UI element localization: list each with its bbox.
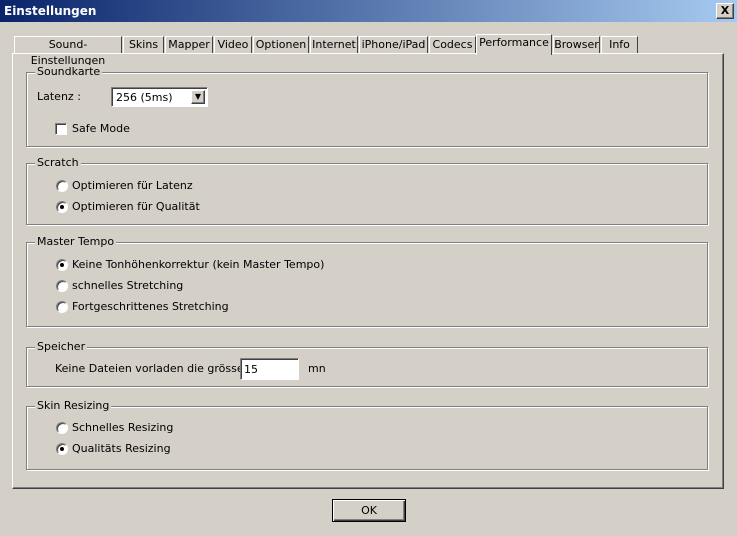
ok-button[interactable]: OK	[332, 499, 406, 522]
tab-label: Internet	[312, 38, 356, 51]
radio-label: Optimieren für Qualität	[72, 200, 200, 213]
tab-label: Optionen	[255, 38, 307, 51]
radio-optimieren-qualitaet[interactable]	[56, 201, 68, 213]
tab-label: Info	[609, 38, 630, 51]
group-title: Speicher	[35, 340, 88, 354]
radio-label: Schnelles Resizing	[72, 421, 174, 434]
radio-label: Qualitäts Resizing	[72, 442, 171, 455]
group-skin-resizing: Skin Resizing	[26, 399, 708, 470]
tab-info[interactable]: Info	[601, 36, 638, 54]
tab-label: Skins	[128, 38, 159, 51]
group-scratch: Scratch	[26, 156, 708, 225]
tab-sound-einstellungen[interactable]: Sound-Einstellungen	[14, 36, 122, 67]
window-title: Einstellungen	[4, 4, 97, 18]
speicher-label: Keine Dateien vorladen die grösser	[55, 362, 249, 375]
tab-label: Performance	[479, 36, 549, 49]
dropdown-button[interactable]: ▼	[191, 90, 205, 104]
safe-mode-label: Safe Mode	[72, 122, 130, 135]
radio-optimieren-latenz[interactable]	[56, 180, 68, 192]
radio-label: Fortgeschrittenes Stretching	[72, 300, 229, 313]
tab-label: Browser	[554, 38, 599, 51]
tab-video[interactable]: Video	[214, 36, 252, 54]
tab-label: Codecs	[432, 38, 473, 51]
speicher-input[interactable]	[240, 358, 299, 380]
safe-mode-checkbox[interactable]	[55, 123, 67, 135]
tab-label: Video	[217, 38, 249, 51]
tab-mapper[interactable]: Mapper	[165, 36, 213, 54]
latenz-label: Latenz :	[37, 90, 81, 103]
radio-keine-tonhoehenkorrektur[interactable]	[56, 259, 68, 271]
chevron-down-icon: ▼	[194, 92, 202, 101]
group-title: Scratch	[35, 156, 81, 170]
tab-performance[interactable]: Performance	[476, 34, 552, 55]
tab-codecs[interactable]: Codecs	[429, 36, 476, 54]
radio-label: Keine Tonhöhenkorrektur (kein Master Tem…	[72, 258, 325, 271]
title-bar: Einstellungen X	[0, 0, 737, 22]
tab-iphone-ipad[interactable]: iPhone/iPad	[359, 36, 428, 54]
speicher-unit: mn	[308, 362, 326, 375]
close-icon: X	[720, 4, 730, 17]
radio-schnelles-stretching[interactable]	[56, 280, 68, 292]
tab-label: Mapper	[168, 38, 210, 51]
radio-fortgeschrittenes-stretching[interactable]	[56, 301, 68, 313]
close-button[interactable]: X	[716, 3, 734, 19]
radio-schnelles-resizing[interactable]	[56, 422, 68, 434]
latenz-value: 256 (5ms)	[116, 91, 173, 104]
ok-label: OK	[361, 504, 377, 517]
tab-label: iPhone/iPad	[361, 38, 426, 51]
group-title: Master Tempo	[35, 235, 117, 249]
tab-optionen[interactable]: Optionen	[253, 36, 309, 54]
group-title: Soundkarte	[35, 65, 103, 79]
tab-browser[interactable]: Browser	[553, 36, 600, 54]
group-title: Skin Resizing	[35, 399, 112, 413]
latenz-select[interactable]: 256 (5ms) ▼	[111, 87, 208, 107]
tab-internet[interactable]: Internet	[310, 36, 358, 54]
radio-label: Optimieren für Latenz	[72, 179, 193, 192]
radio-qualitaets-resizing[interactable]	[56, 443, 68, 455]
tab-skins[interactable]: Skins	[123, 36, 164, 54]
radio-label: schnelles Stretching	[72, 279, 184, 292]
